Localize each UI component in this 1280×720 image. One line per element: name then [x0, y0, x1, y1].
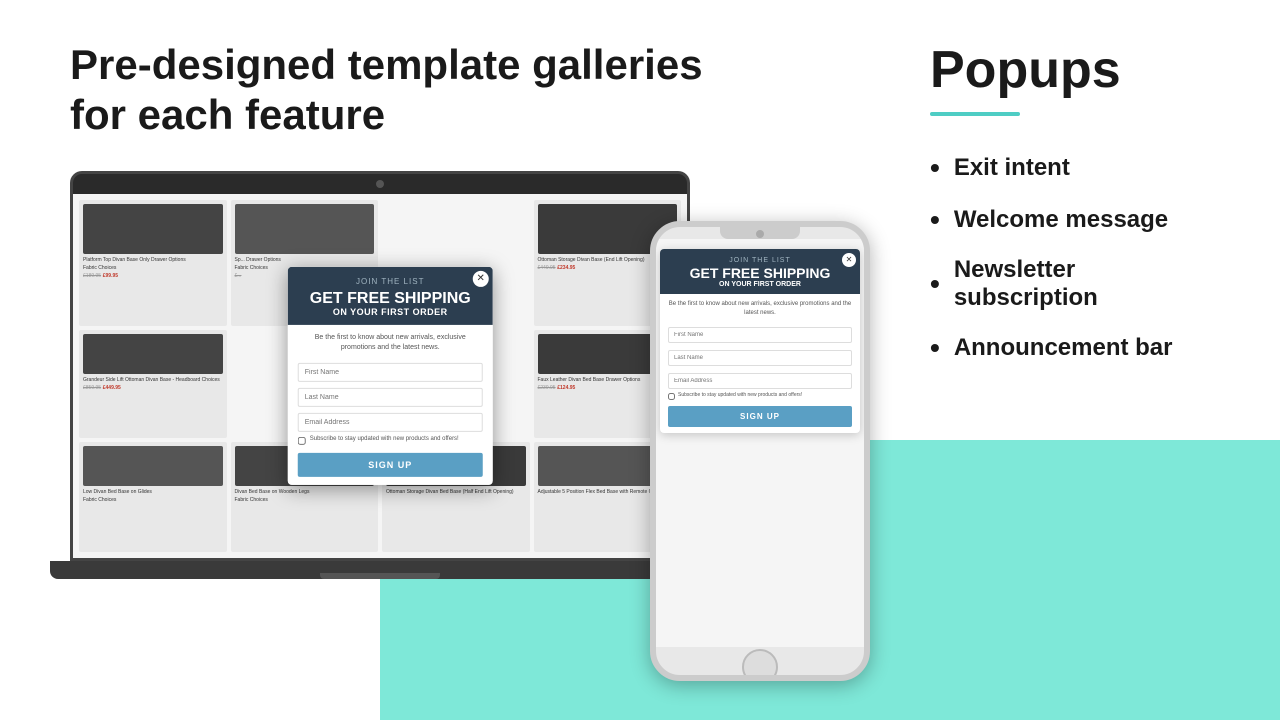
laptop-popup: ✕ JOIN THE LIST GET FREE SHIPPING ON YOU… [288, 267, 493, 485]
laptop-mockup: Platform Top Divan Base Only Drawer Opti… [70, 171, 690, 601]
laptop-camera [376, 180, 384, 188]
feature-item-announcement: Announcement bar [930, 332, 1220, 364]
devices-area: Platform Top Divan Base Only Drawer Opti… [70, 171, 890, 691]
product-item: Platform Top Divan Base Only Drawer Opti… [79, 200, 227, 326]
laptop-screen: Platform Top Divan Base Only Drawer Opti… [73, 194, 687, 558]
new-price: £124.95 [557, 385, 575, 391]
product-name: Sp... Drawer Options [235, 257, 375, 263]
popup-description: Be the first to know about new arrivals,… [298, 333, 483, 353]
main-heading: Pre-designed template galleries for each… [70, 40, 890, 141]
feature-item-newsletter: Newsletter subscription [930, 256, 1220, 312]
laptop-body: Platform Top Divan Base Only Drawer Opti… [70, 171, 690, 561]
product-name: Ottoman Storage Divan Bed Base (Half End… [386, 489, 526, 495]
product-name: Platform Top Divan Base Only Drawer Opti… [83, 257, 223, 263]
product-name: Divan Bed Base on Wooden Legs [235, 489, 375, 495]
phone-popup-title: GET FREE SHIPPING [670, 266, 850, 281]
new-price: £234.95 [557, 265, 575, 271]
phone-popup-body: Be the first to know about new arrivals,… [660, 294, 860, 433]
phone-popup-subscribe-checkbox[interactable] [668, 393, 675, 400]
old-price: £449.95 [538, 265, 556, 271]
product-name: Low Divan Bed Base on Glides [83, 489, 223, 495]
phone-popup-first-name-input[interactable] [668, 327, 852, 343]
phone-screen: ✕ JOIN THE LIST GET FREE SHIPPING ON YOU… [656, 239, 864, 647]
popup-last-name-input[interactable] [298, 388, 483, 407]
phone-mockup: ✕ JOIN THE LIST GET FREE SHIPPING ON YOU… [650, 221, 870, 681]
product-item: Grandeur Side Lift Ottoman Divan Base - … [79, 330, 227, 438]
old-price: £... [235, 273, 242, 279]
phone-popup-join-label: JOIN THE LIST [670, 257, 850, 264]
title-underline [930, 112, 1020, 116]
product-name: Grandeur Side Lift Ottoman Divan Base - … [83, 377, 223, 383]
phone-notch [720, 227, 800, 239]
product-image [83, 204, 223, 254]
sub-label: Fabric Choices [235, 497, 375, 503]
phone-popup-email-input[interactable] [668, 373, 852, 389]
heading-line2: for each feature [70, 91, 385, 138]
phone-popup-checkbox-label: Subscribe to stay updated with new produ… [678, 392, 802, 398]
popup-close-button[interactable]: ✕ [473, 271, 489, 287]
new-price: £99.95 [103, 273, 118, 279]
left-side: Pre-designed template galleries for each… [0, 0, 890, 720]
heading-line1: Pre-designed template galleries [70, 41, 703, 88]
popup-signup-button[interactable]: SIGN UP [298, 453, 483, 477]
new-price: £449.95 [103, 385, 121, 391]
popup-subtitle: ON YOUR FIRST ORDER [300, 307, 481, 317]
phone-popup-last-name-input[interactable] [668, 350, 852, 366]
popup-header: ✕ JOIN THE LIST GET FREE SHIPPING ON YOU… [288, 267, 493, 326]
laptop-base [50, 561, 710, 579]
popup-first-name-input[interactable] [298, 363, 483, 382]
phone-popup-close-button[interactable]: ✕ [842, 253, 856, 267]
right-side: Popups Exit intent Welcome message Newsl… [890, 0, 1280, 720]
popup-join-label: JOIN THE LIST [300, 277, 481, 286]
section-title: Popups [930, 40, 1220, 100]
feature-label: Exit intent [954, 154, 1070, 182]
phone-popup-signup-button[interactable]: SIGN UP [668, 406, 852, 427]
phone-popup-checkbox-container: Subscribe to stay updated with new produ… [668, 392, 852, 400]
feature-label: Welcome message [954, 206, 1168, 234]
feature-list: Exit intent Welcome message Newsletter s… [930, 152, 1220, 364]
popup-checkbox-container: Subscribe to stay updated with new produ… [298, 436, 483, 445]
popup-body: Be the first to know about new arrivals,… [288, 325, 493, 485]
sub-label: Fabric Choices [83, 497, 223, 503]
feature-item-exit-intent: Exit intent [930, 152, 1220, 184]
popup-email-input[interactable] [298, 413, 483, 432]
sub-label: Fabric Choices [83, 265, 223, 271]
phone-popup: ✕ JOIN THE LIST GET FREE SHIPPING ON YOU… [660, 249, 860, 433]
popup-checkbox-label: Subscribe to stay updated with new produ… [310, 436, 459, 442]
product-image [235, 204, 375, 254]
feature-label: Newsletter subscription [954, 256, 1220, 312]
content-wrapper: Pre-designed template galleries for each… [0, 0, 1280, 720]
product-image [83, 334, 223, 374]
old-price: £239.95 [538, 385, 556, 391]
phone-popup-header: ✕ JOIN THE LIST GET FREE SHIPPING ON YOU… [660, 249, 860, 294]
old-price: £859.95 [83, 385, 101, 391]
feature-item-welcome-message: Welcome message [930, 204, 1220, 236]
product-image [83, 446, 223, 486]
popup-title: GET FREE SHIPPING [300, 290, 481, 308]
popup-subscribe-checkbox[interactable] [298, 437, 306, 445]
phone-popup-subtitle: ON YOUR FIRST ORDER [670, 281, 850, 288]
old-price: £189.95 [83, 273, 101, 279]
feature-label: Announcement bar [954, 334, 1173, 362]
product-item: Low Divan Bed Base on Glides Fabric Choi… [79, 442, 227, 552]
phone-popup-description: Be the first to know about new arrivals,… [668, 300, 852, 317]
phone-home-button[interactable] [742, 649, 778, 681]
